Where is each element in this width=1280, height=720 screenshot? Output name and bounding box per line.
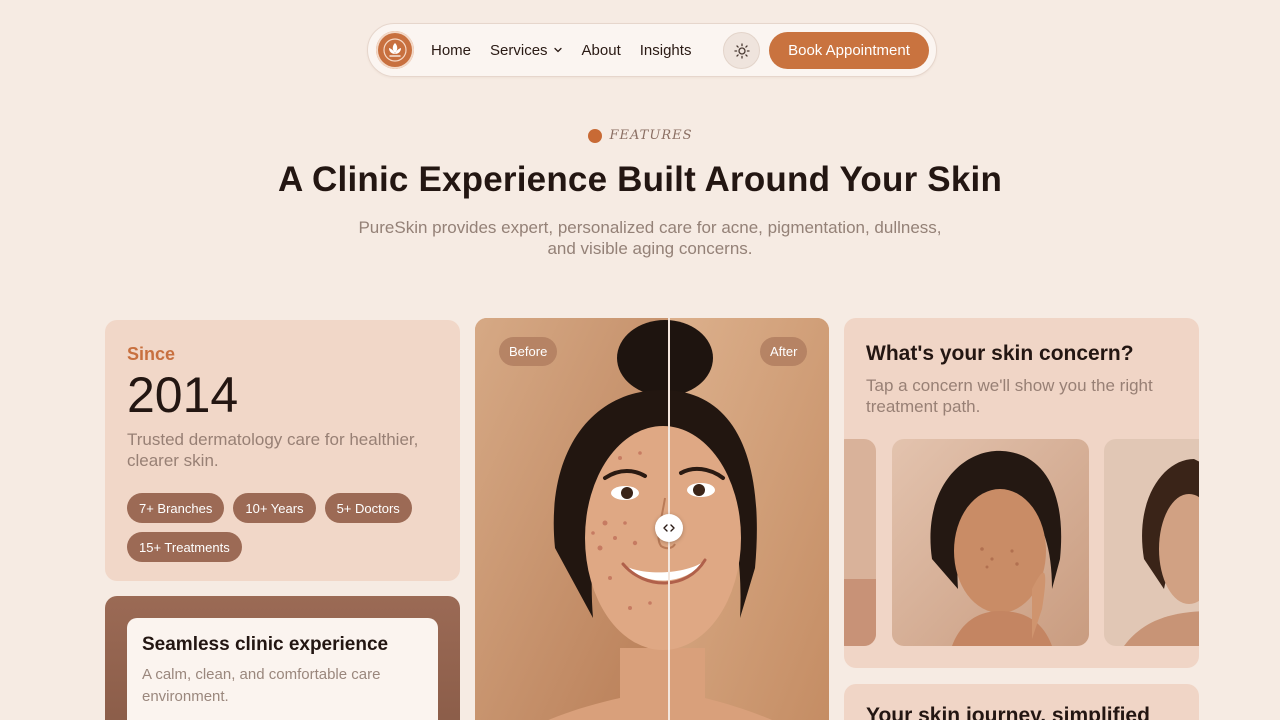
chevron-down-icon — [553, 45, 563, 55]
clinic-experience-card: Seamless clinic experience A calm, clean… — [105, 596, 460, 720]
skin-concern-title: What's your skin concern? — [866, 342, 1134, 365]
top-navigation: Home Services About Insights Book Appoin… — [367, 23, 937, 77]
clinic-experience-panel: Seamless clinic experience A calm, clean… — [127, 618, 438, 720]
clinic-experience-title: Seamless clinic experience — [142, 634, 389, 655]
theme-toggle-button[interactable] — [723, 32, 760, 69]
concern-thumbnail-active[interactable] — [892, 439, 1089, 646]
concern-thumbnail-next[interactable] — [1104, 439, 1199, 646]
page-subtitle: PureSkin provides expert, personalized c… — [340, 217, 960, 259]
skin-journey-card: Your skin journey, simplified — [844, 684, 1199, 720]
nav-about-link[interactable]: About — [582, 42, 621, 59]
before-after-comparison[interactable]: Before After — [475, 318, 829, 720]
branches-chip: 7+ Branches — [127, 493, 225, 523]
since-label: Since — [127, 344, 176, 364]
since-year: 2014 — [127, 367, 239, 423]
features-eyebrow: FEATURES — [0, 128, 1280, 143]
book-appointment-button[interactable]: Book Appointment — [769, 32, 929, 69]
since-description: Trusted dermatology care for healthier, … — [127, 430, 419, 470]
clinic-experience-description: A calm, clean, and comfortable care envi… — [142, 666, 381, 705]
skin-concern-card: What's your skin concern? Tap a concern … — [844, 318, 1199, 668]
leaf-logo-icon[interactable] — [376, 31, 414, 69]
skin-concern-subtitle: Tap a concern we'll show you the right t… — [866, 376, 1153, 416]
since-card: Since 2014 Trusted dermatology care for … — [105, 320, 460, 581]
page-title: A Clinic Experience Built Around Your Sk… — [277, 160, 1003, 199]
nav-home-link[interactable]: Home — [431, 42, 471, 59]
nav-services-link[interactable]: Services — [490, 42, 563, 59]
stats-chips: 7+ Branches 10+ Years 5+ Doctors 15+ Tre… — [127, 493, 437, 571]
doctors-chip: 5+ Doctors — [324, 493, 412, 523]
sun-icon — [733, 42, 750, 59]
after-label: After — [760, 337, 808, 366]
portrait-photo — [475, 318, 829, 720]
eyebrow-dot-icon — [587, 128, 602, 143]
concern-thumbnail-prev[interactable] — [844, 439, 876, 646]
compare-arrows-icon — [663, 523, 675, 533]
eyebrow-text: FEATURES — [609, 128, 693, 143]
skin-journey-title: Your skin journey, simplified — [866, 704, 1150, 720]
nav-services-label: Services — [490, 41, 548, 59]
comparison-slider-handle[interactable] — [655, 514, 683, 542]
page-subtitle-line-2: and visible aging concerns. — [547, 239, 753, 258]
years-chip: 10+ Years — [233, 493, 316, 523]
treatments-chip: 15+ Treatments — [127, 532, 242, 562]
nav-insights-link[interactable]: Insights — [640, 42, 692, 59]
before-label: Before — [499, 337, 558, 366]
page-subtitle-line-1: PureSkin provides expert, personalized c… — [358, 218, 942, 237]
